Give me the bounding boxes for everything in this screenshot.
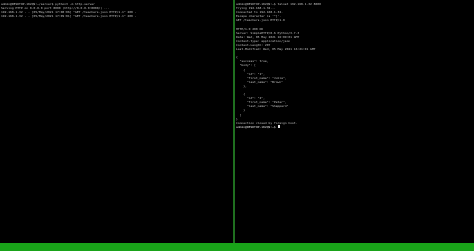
shell-prompt: adm1n@DESKTOP-1K2Q9:~$ <box>236 124 276 129</box>
terminal-pane-right[interactable]: adm1n@DESKTOP-1K2Q9:~$ telnet 192.168.1.… <box>235 0 474 243</box>
terminal-line: 192.168.1.32 - - [05/May/2021 17:09:01] … <box>1 14 137 19</box>
terminal-prompt-line[interactable]: adm1n@DESKTOP-1K2Q9:~$ <box>236 125 474 129</box>
cursor-icon <box>277 125 280 129</box>
tmux-status-bar <box>0 243 474 251</box>
terminal-pane-left[interactable]: adm1n@DESKTOP-1K2Q9:~/server$ python3 -m… <box>0 0 233 243</box>
